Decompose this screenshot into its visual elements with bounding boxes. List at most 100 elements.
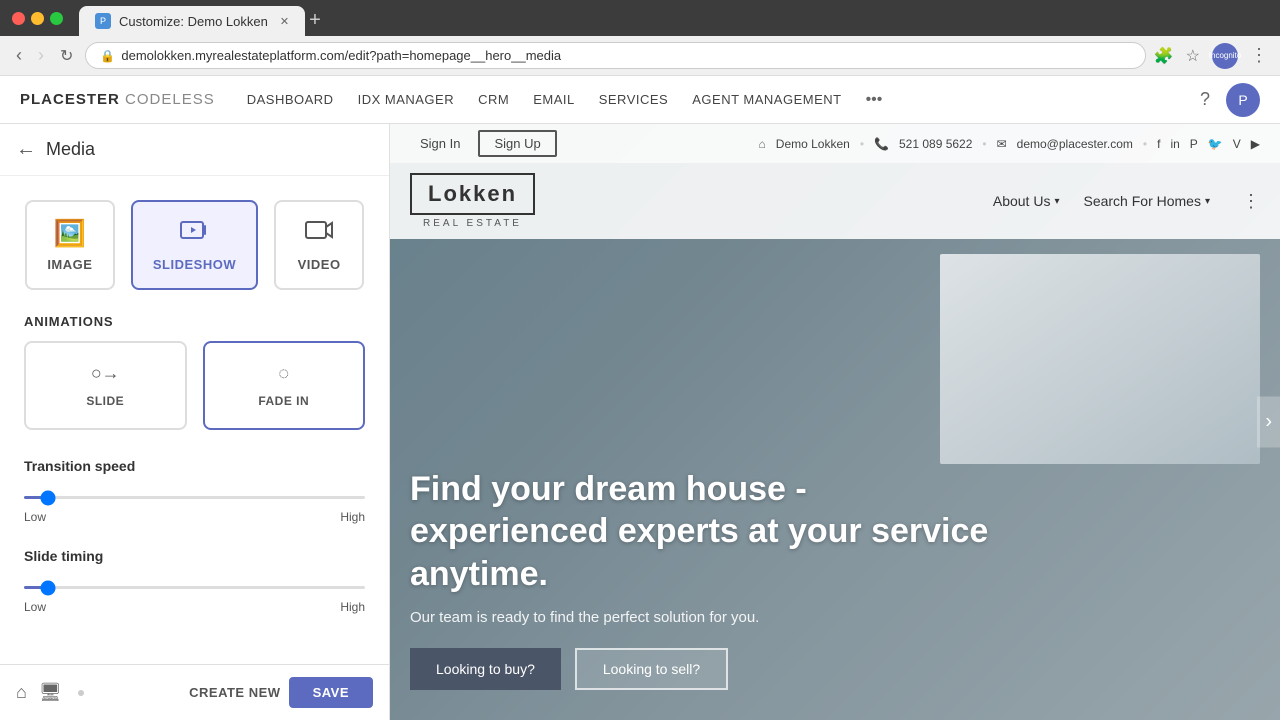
pinterest-icon[interactable]: P — [1190, 137, 1198, 151]
site-buttons-left: Sign In Sign Up — [410, 130, 557, 157]
nav-services[interactable]: SERVICES — [599, 92, 669, 107]
slide-timing-section: Slide timing Low High — [0, 540, 389, 630]
site-logo[interactable]: Lokken — [410, 173, 535, 215]
address-bar-actions: 🧩 ☆ Incognito ⋮ — [1154, 43, 1268, 69]
speed-high-label: High — [340, 510, 365, 524]
sep2: • — [982, 137, 986, 151]
address-bar: ‹ › ↻ 🔒 demolokken.myrealestateplatform.… — [0, 36, 1280, 76]
traffic-light-red[interactable] — [12, 12, 25, 25]
image-icon: 🖼️ — [54, 218, 86, 249]
site-logo-sub: REAL ESTATE — [410, 218, 535, 229]
facebook-icon[interactable]: f — [1157, 137, 1160, 151]
nav-right: ? P — [1200, 83, 1260, 117]
transition-speed-slider[interactable] — [24, 496, 365, 499]
browser-tab[interactable]: P Customize: Demo Lokken ✕ — [79, 6, 305, 36]
timing-slider-labels: Low High — [24, 600, 365, 614]
hero-subtitle: Our team is ready to find the perfect so… — [410, 609, 1260, 626]
sell-button[interactable]: Looking to sell? — [575, 648, 728, 690]
phone-icon: 📞 — [874, 137, 889, 151]
preview-area: Sign In Sign Up ⌂ Demo Lokken • 📞 521 08… — [390, 124, 1280, 720]
video-icon — [304, 218, 334, 249]
animation-types: ○→ SLIDE ◌ FADE IN — [0, 341, 389, 450]
brand-suffix: CODELESS — [125, 91, 215, 108]
app-nav: PLACESTER CODELESS DASHBOARD IDX MANAGER… — [0, 76, 1280, 124]
traffic-lights — [12, 12, 63, 25]
nav-agent-management[interactable]: AGENT MANAGEMENT — [692, 92, 841, 107]
user-avatar[interactable]: P — [1226, 83, 1260, 117]
media-type-video[interactable]: VIDEO — [274, 200, 364, 290]
back-button[interactable]: ‹ — [12, 41, 26, 70]
twitter-icon[interactable]: 🐦 — [1208, 137, 1223, 151]
media-type-slideshow[interactable]: SLIDESHOW — [131, 200, 258, 290]
about-us-link[interactable]: About Us ▾ — [993, 193, 1060, 209]
sep1: • — [860, 137, 864, 151]
topbar-info: ⌂ Demo Lokken • 📞 521 089 5622 • ✉ demo@… — [759, 137, 1260, 151]
agent-icon: ⌂ — [759, 137, 766, 151]
animation-slide[interactable]: ○→ SLIDE — [24, 341, 187, 430]
browser-chrome: P Customize: Demo Lokken ✕ + — [0, 0, 1280, 36]
buy-button[interactable]: Looking to buy? — [410, 648, 561, 690]
signin-button[interactable]: Sign In — [410, 131, 470, 156]
animations-section: ANIMATIONS ○→ SLIDE ◌ FADE IN — [0, 306, 389, 450]
carousel-arrow-right[interactable]: › — [1257, 397, 1280, 448]
search-homes-link[interactable]: Search For Homes ▾ — [1083, 193, 1210, 209]
incognito-label: Incognito — [1209, 51, 1241, 60]
image-label: IMAGE — [47, 257, 92, 272]
youtube-icon[interactable]: ▶ — [1251, 137, 1260, 151]
animation-fade-in[interactable]: ◌ FADE IN — [203, 341, 366, 430]
site-navbar: Lokken REAL ESTATE About Us ▾ Search For… — [390, 163, 1280, 239]
home-icon[interactable]: ⌂ — [16, 682, 27, 703]
slide-timing-label: Slide timing — [24, 548, 365, 564]
nav-crm[interactable]: CRM — [478, 92, 509, 107]
speed-low-label: Low — [24, 510, 46, 524]
lock-icon: 🔒 — [100, 49, 115, 63]
agent-name: Demo Lokken — [776, 137, 850, 151]
vimeo-icon[interactable]: V — [1233, 137, 1241, 151]
nav-more-icon[interactable]: ••• — [866, 91, 883, 109]
media-type-image[interactable]: 🖼️ IMAGE — [25, 200, 115, 290]
refresh-button[interactable]: ↻ — [56, 42, 77, 70]
timing-high-label: High — [340, 600, 365, 614]
hero-content: Find your dream house - experienced expe… — [410, 468, 1260, 691]
tab-close-icon[interactable]: ✕ — [280, 15, 289, 28]
slide-timing-slider[interactable] — [24, 586, 365, 589]
back-arrow-icon[interactable]: ← — [16, 138, 36, 161]
sidebar-title: Media — [46, 139, 95, 160]
linkedin-icon[interactable]: in — [1170, 137, 1179, 151]
tab-title: Customize: Demo Lokken — [119, 14, 268, 29]
new-tab-button[interactable]: + — [309, 9, 321, 36]
sidebar-header: ← Media — [0, 124, 389, 176]
bookmark-icon[interactable]: ☆ — [1186, 46, 1200, 66]
desktop-icon[interactable]: 🖥 — [39, 682, 62, 703]
site-logo-wrap: Lokken REAL ESTATE — [410, 173, 535, 229]
brand-name: PLACESTER — [20, 91, 120, 108]
sidebar-bottom: ⌂ 🖥 CREATE NEW SAVE — [0, 664, 389, 720]
room-image-inner — [940, 254, 1260, 464]
animations-label: ANIMATIONS — [0, 306, 389, 341]
save-button[interactable]: SAVE — [289, 677, 373, 708]
nav-email[interactable]: EMAIL — [533, 92, 575, 107]
main-layout: ← Media 🖼️ IMAGE SLIDESHOW — [0, 124, 1280, 720]
slideshow-icon — [179, 218, 209, 249]
brand: PLACESTER CODELESS — [20, 91, 215, 108]
user-avatar-small[interactable]: Incognito — [1212, 43, 1238, 69]
traffic-light-yellow[interactable] — [31, 12, 44, 25]
tab-favicon: P — [95, 13, 111, 29]
signup-button[interactable]: Sign Up — [478, 130, 556, 157]
transition-speed-label: Transition speed — [24, 458, 365, 474]
menu-icon[interactable]: ⋮ — [1250, 45, 1268, 66]
forward-button[interactable]: › — [34, 41, 48, 70]
traffic-light-green[interactable] — [50, 12, 63, 25]
nav-idx-manager[interactable]: IDX MANAGER — [358, 92, 455, 107]
sep3: • — [1143, 137, 1147, 151]
create-new-button[interactable]: CREATE NEW — [189, 685, 280, 700]
help-icon[interactable]: ? — [1200, 89, 1210, 110]
url-bar[interactable]: 🔒 demolokken.myrealestateplatform.com/ed… — [85, 42, 1145, 69]
extensions-icon[interactable]: 🧩 — [1154, 46, 1174, 66]
sidebar: ← Media 🖼️ IMAGE SLIDESHOW — [0, 124, 390, 720]
nav-dashboard[interactable]: DASHBOARD — [247, 92, 334, 107]
fade-in-label: FADE IN — [258, 394, 309, 408]
site-topbar: Sign In Sign Up ⌂ Demo Lokken • 📞 521 08… — [390, 124, 1280, 163]
bottom-icons: ⌂ 🖥 — [16, 682, 62, 703]
site-nav-more-icon[interactable]: ⋮ — [1242, 191, 1260, 212]
